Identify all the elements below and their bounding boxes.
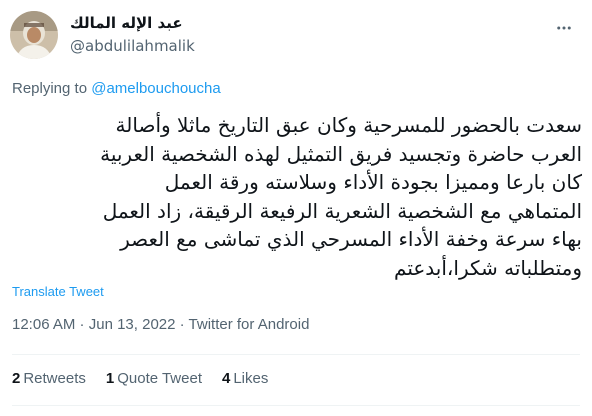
reply-context: Replying to @amelbouchoucha bbox=[12, 80, 221, 97]
likes-label: Likes bbox=[233, 370, 269, 387]
tweet-text-line: بهاء سرعة وخفة الأداء المسرحي الذي تماشى… bbox=[120, 227, 582, 251]
reply-to-handle-link[interactable]: @amelbouchoucha bbox=[91, 80, 220, 97]
meta-separator: · bbox=[175, 316, 189, 333]
quotes-count: 1 bbox=[105, 370, 115, 387]
avatar-image bbox=[10, 11, 58, 59]
quote-tweets-stat[interactable]: 1 Quote Tweet bbox=[106, 370, 202, 387]
tweet-date-link[interactable]: Jun 13, 2022 bbox=[89, 316, 176, 333]
divider bbox=[12, 405, 580, 406]
tweet-header: عبد الإله المالك @abdulilahmalik bbox=[0, 0, 592, 70]
quotes-label: Quote Tweet bbox=[117, 370, 202, 387]
more-options-button[interactable] bbox=[552, 16, 576, 40]
author-display-name[interactable]: عبد الإله المالك bbox=[70, 13, 195, 33]
more-horizontal-icon bbox=[557, 26, 571, 30]
meta-separator: · bbox=[75, 316, 89, 333]
author-handle[interactable]: @abdulilahmalik bbox=[70, 36, 195, 56]
tweet-metadata: 12:06 AM · Jun 13, 2022 · Twitter for An… bbox=[12, 316, 309, 333]
reply-prefix: Replying to bbox=[12, 80, 92, 97]
tweet-stats: 2 Retweets 1 Quote Tweet 4 Likes bbox=[12, 370, 268, 387]
likes-count: 4 bbox=[222, 370, 231, 387]
tweet-text-line: سعدت بالحضور للمسرحية وكان عبق التاريخ م… bbox=[115, 113, 582, 137]
tweet-text-line: كان بارعا ومميزا بجودة الأداء وسلاسته ور… bbox=[164, 170, 582, 194]
tweet-text-line: العرب حاضرة وتجسيد فريق التمثيل لهذه الش… bbox=[100, 141, 582, 166]
tweet-text-line: المتماهي مع الشخصية الشعرية الرفيعة الرق… bbox=[102, 198, 582, 223]
divider bbox=[12, 354, 580, 355]
avatar[interactable] bbox=[10, 11, 58, 59]
translate-tweet-link[interactable]: Translate Tweet bbox=[12, 284, 104, 299]
retweets-label: Retweets bbox=[23, 370, 86, 387]
likes-stat[interactable]: 4 Likes bbox=[222, 370, 268, 387]
tweet-text-line: ومتطلباته شكرا،أبدعتم bbox=[394, 255, 582, 280]
tweet-time-link[interactable]: 12:06 AM bbox=[12, 316, 75, 333]
author-info[interactable]: عبد الإله المالك @abdulilahmalik bbox=[70, 13, 195, 56]
tweet-text: سعدت بالحضور للمسرحية وكان عبق التاريخ م… bbox=[7, 111, 582, 282]
retweets-count: 2 bbox=[12, 370, 21, 387]
retweets-stat[interactable]: 2 Retweets bbox=[12, 370, 86, 387]
tweet-source-link[interactable]: Twitter for Android bbox=[189, 316, 310, 333]
